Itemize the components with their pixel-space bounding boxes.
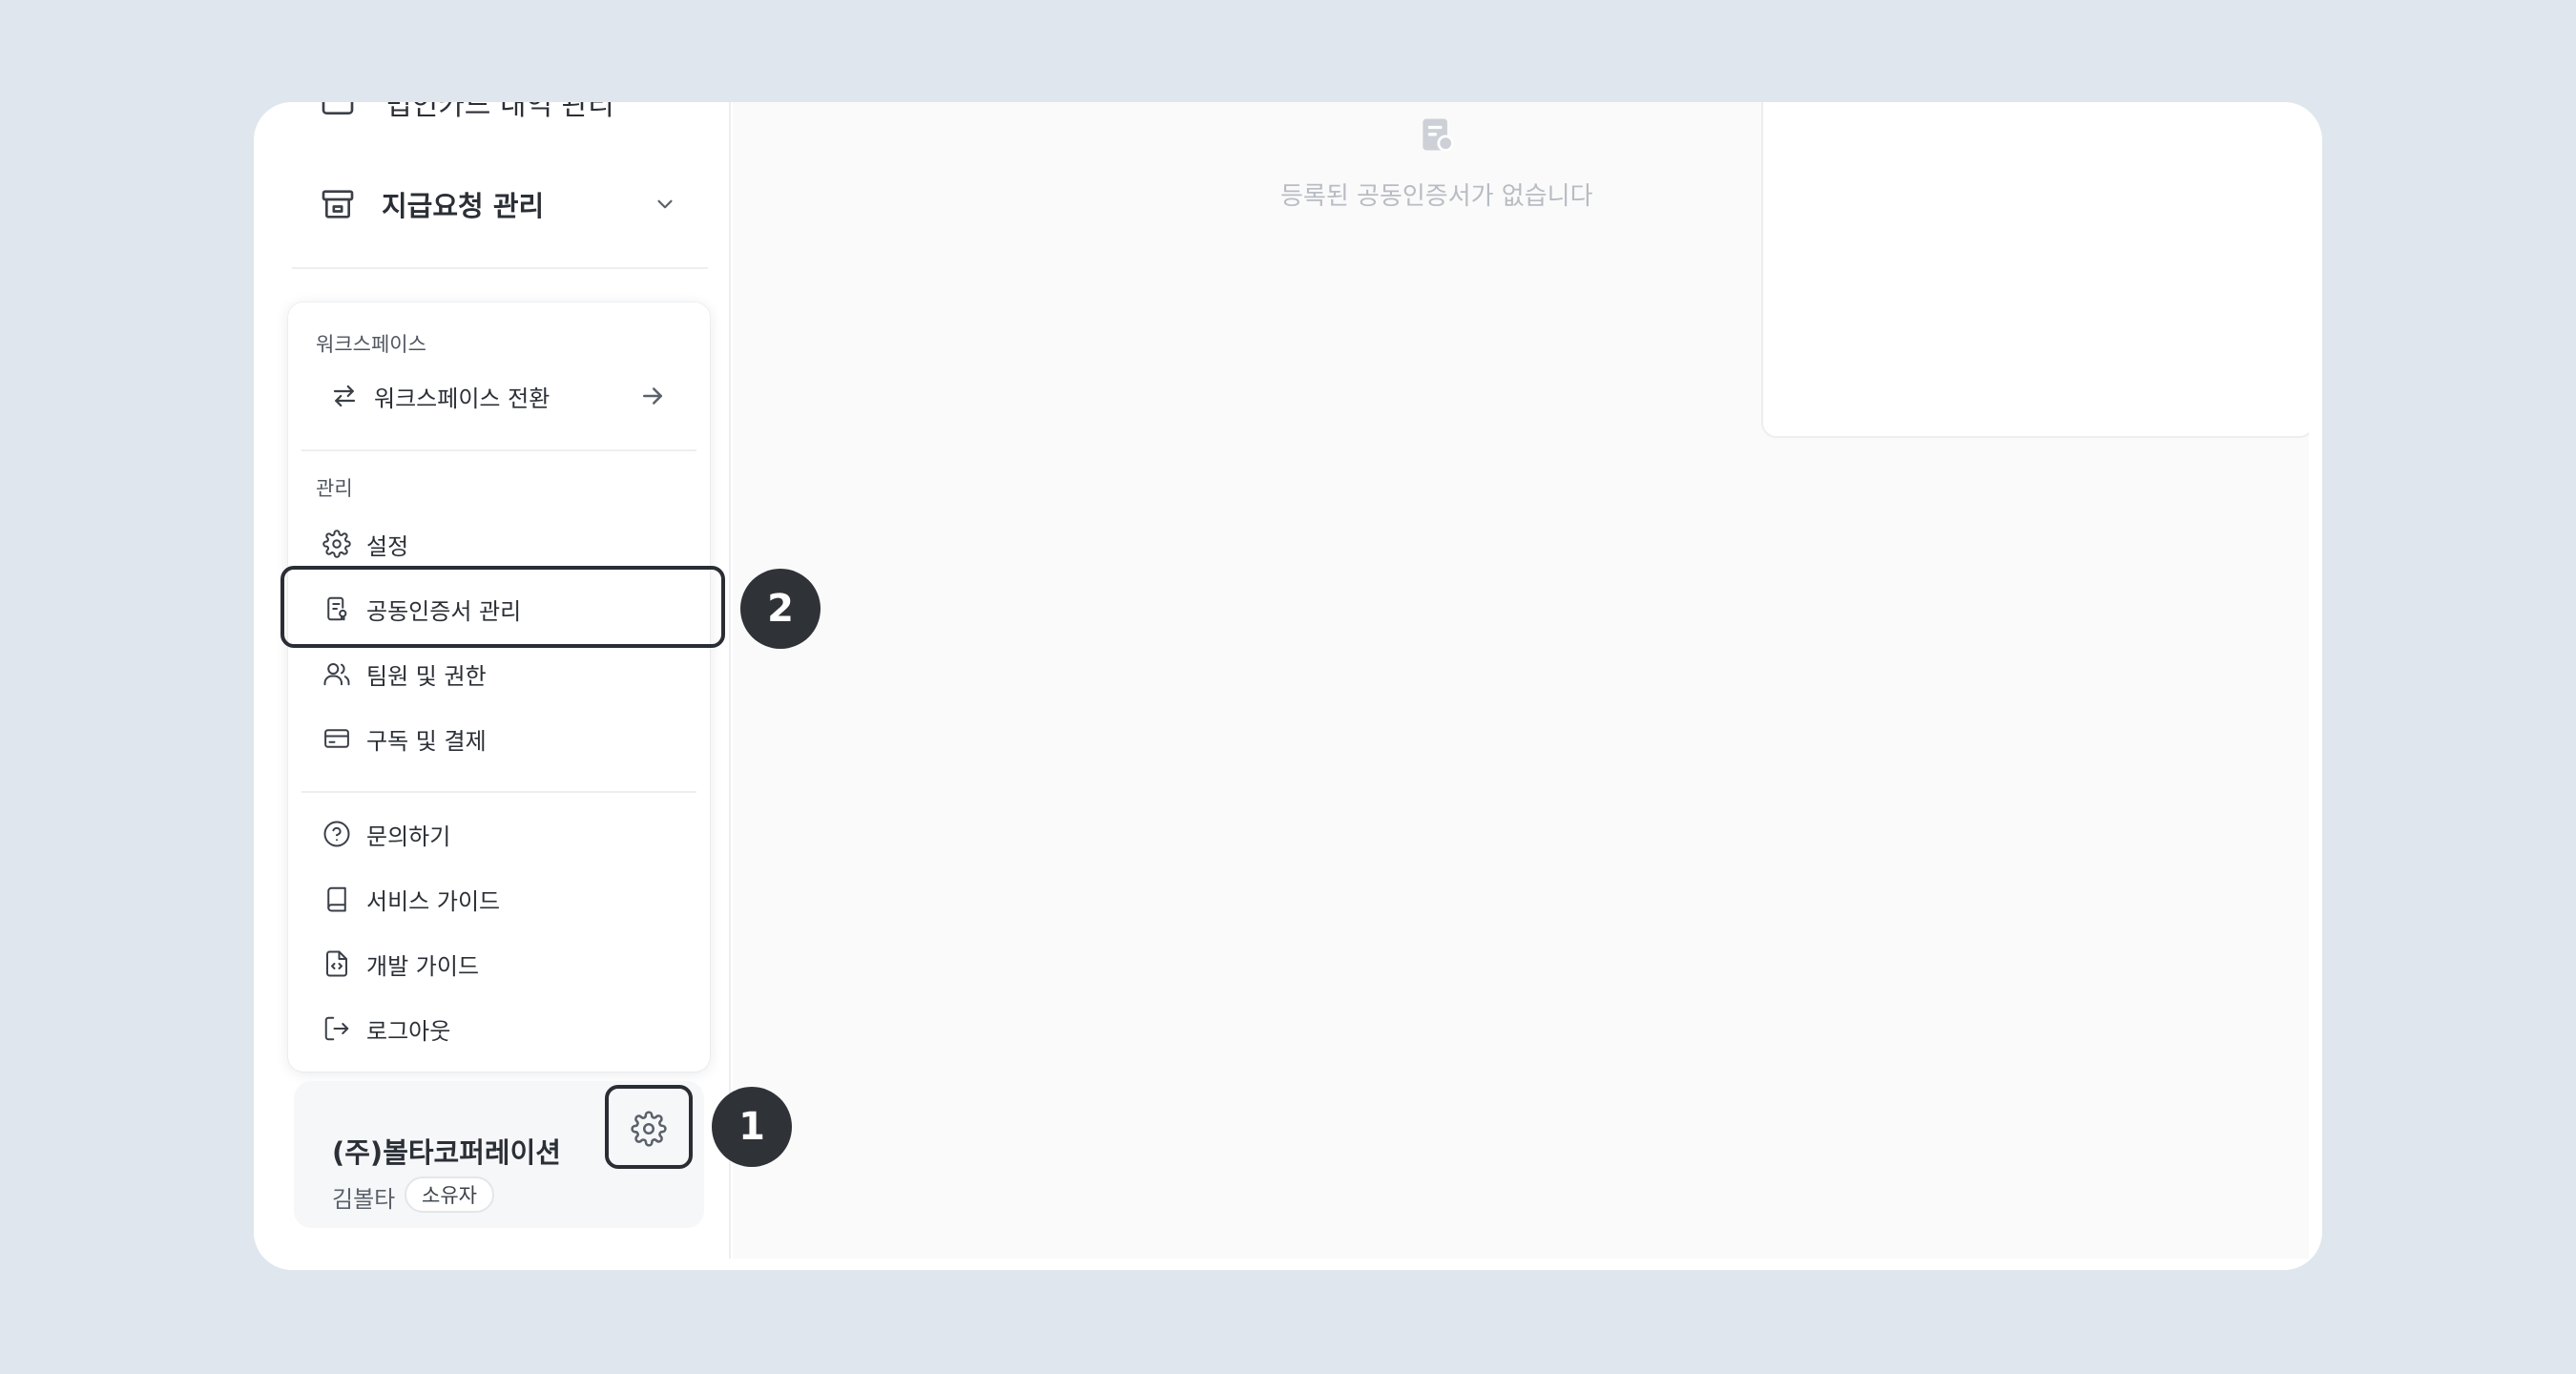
menu-item-service-guide[interactable]: 서비스 가이드: [322, 872, 500, 926]
arrow-right-icon: [643, 387, 662, 405]
menu-item-label: 문의하기: [366, 822, 451, 850]
step-1-marker: 1: [712, 1087, 792, 1167]
menu-item-label: 워크스페이스 전환: [374, 385, 551, 412]
switch-arrows-icon: [333, 385, 356, 407]
certificate-icon: [1423, 118, 1454, 152]
users-icon: [323, 663, 350, 686]
menu-item-label: 설정: [366, 532, 409, 560]
menu-divider: [301, 449, 696, 451]
step-1-highlight: [605, 1085, 693, 1169]
certificate-empty-message: 등록된 공동인증서가 없습니다: [1280, 182, 1593, 211]
logout-icon: [324, 1016, 349, 1041]
menu-item-settings[interactable]: 설정: [322, 517, 408, 571]
menu-item-label: 로그아웃: [366, 1017, 451, 1045]
credit-card-icon: [324, 729, 349, 748]
company-name: (주)볼타코퍼레이션: [332, 1136, 561, 1169]
main-content: 등록된 공동인증서가 없습니다: [733, 102, 2309, 1259]
menu-item-members-permissions[interactable]: 팀원 및 권한: [322, 647, 487, 700]
menu-item-label: 구독 및 결제: [366, 727, 487, 755]
gear-icon: [322, 530, 351, 558]
step-2-highlight: [280, 566, 725, 648]
section-title-admin: 관리: [316, 477, 353, 500]
menu-item-label: 개발 가이드: [366, 952, 480, 980]
menu-item-label: 팀원 및 권한: [366, 662, 487, 690]
menu-item-subscription-billing[interactable]: 구독 및 결제: [322, 712, 487, 765]
menu-item-developer-guide[interactable]: 개발 가이드: [322, 937, 479, 990]
certificate-panel: [1761, 102, 2309, 438]
menu-item-workspace-switch[interactable]: 워크스페이스 전환: [330, 369, 550, 423]
role-badge: 소유자: [405, 1176, 494, 1213]
help-circle-icon: [323, 821, 350, 847]
user-name: 김볼타: [332, 1186, 396, 1213]
code-file-icon: [326, 950, 347, 977]
menu-divider: [301, 791, 696, 793]
book-icon: [327, 886, 346, 912]
menu-item-label: 서비스 가이드: [366, 887, 501, 915]
menu-item-contact[interactable]: 문의하기: [322, 807, 450, 861]
step-2-marker: 2: [740, 569, 821, 649]
menu-item-logout[interactable]: 로그아웃: [322, 1002, 450, 1055]
